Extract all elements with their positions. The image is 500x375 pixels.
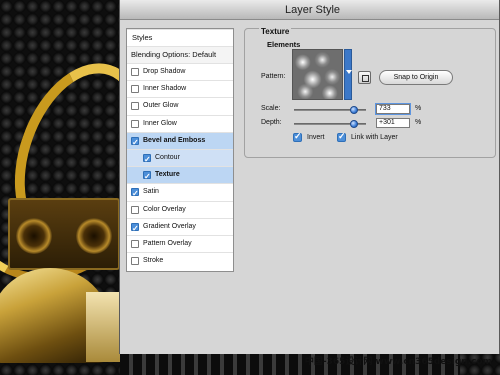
style-item-label: Satin — [143, 188, 159, 196]
style-item-label: Inner Glow — [143, 119, 177, 127]
texture-panel: Texture Elements Pattern: Snap to Origin… — [244, 27, 496, 158]
depth-slider[interactable] — [294, 120, 366, 128]
invert-checkbox[interactable] — [293, 131, 302, 142]
style-item-label: Pattern Overlay — [143, 240, 192, 247]
style-checkbox[interactable] — [131, 135, 139, 151]
style-checkbox[interactable] — [131, 85, 139, 94]
depth-label: Depth: — [261, 119, 282, 126]
watermark-text: 中国-365设计网 www.cn365design.com — [304, 357, 492, 367]
style-item-drop-shadow[interactable]: Drop Shadow — [127, 63, 233, 80]
style-checkbox[interactable] — [131, 119, 139, 128]
style-item-label: Inner Shadow — [143, 85, 187, 93]
style-item-inner-glow[interactable]: Inner Glow — [127, 114, 233, 132]
style-checkbox[interactable] — [131, 102, 139, 111]
chevron-down-icon[interactable] — [344, 49, 352, 100]
depth-slider-thumb[interactable] — [350, 120, 359, 128]
elements-heading: Elements — [267, 40, 301, 49]
style-item-label: Bevel and Emboss — [143, 136, 206, 144]
scale-label: Scale: — [261, 105, 281, 112]
style-item-label: Texture — [155, 171, 180, 179]
style-item-inner-shadow[interactable]: Inner Shadow — [127, 80, 233, 97]
link-with-layer-label: Link with Layer — [351, 134, 398, 141]
style-checkbox[interactable] — [143, 169, 151, 185]
pattern-label: Pattern: — [261, 73, 286, 80]
style-checkbox[interactable] — [143, 152, 151, 168]
style-checkbox[interactable] — [131, 221, 139, 237]
texture-heading: Texture — [259, 27, 292, 36]
style-item-label: Color Overlay — [143, 205, 186, 213]
style-item-satin[interactable]: Satin — [127, 183, 233, 202]
style-checkbox[interactable] — [131, 186, 139, 202]
snap-to-origin-button[interactable]: Snap to Origin — [379, 70, 453, 85]
style-item-outer-glow[interactable]: Outer Glow — [127, 97, 233, 114]
styles-list: Styles Blending Options: Default Drop Sh… — [126, 28, 234, 272]
scale-unit: % — [415, 105, 422, 112]
link-with-layer-checkbox[interactable] — [337, 131, 346, 142]
style-item-label: Drop Shadow — [143, 68, 186, 75]
style-item-label: Gradient Overlay — [143, 222, 196, 230]
style-item-bevel-and-emboss[interactable]: Bevel and Emboss — [127, 131, 233, 151]
depth-unit: % — [415, 119, 422, 126]
style-item-gradient-overlay[interactable]: Gradient Overlay — [127, 217, 233, 237]
style-item-texture[interactable]: Texture — [127, 166, 233, 185]
scale-input[interactable]: 733 — [376, 104, 410, 114]
style-item-contour[interactable]: Contour — [127, 149, 233, 168]
depth-input[interactable]: +301 — [376, 118, 410, 128]
style-item-pattern-overlay[interactable]: Pattern Overlay — [127, 235, 233, 252]
scale-slider[interactable] — [294, 106, 366, 114]
invert-label: Invert — [307, 134, 325, 141]
layer-style-dialog: Layer Style Styles Blending Options: Def… — [119, 0, 500, 354]
style-checkbox[interactable] — [131, 205, 139, 214]
speaker-graphic — [16, 218, 52, 254]
style-checkbox[interactable] — [131, 68, 139, 76]
new-preset-icon[interactable] — [358, 71, 371, 84]
pattern-swatch[interactable] — [292, 49, 343, 100]
styles-header[interactable]: Styles — [127, 29, 233, 46]
boombox-graphic — [8, 198, 120, 270]
style-item-label: Stroke — [143, 257, 164, 265]
style-item-label: Outer Glow — [143, 102, 179, 110]
style-item-label: Contour — [155, 154, 180, 161]
style-checkbox[interactable] — [131, 240, 139, 248]
window-title: Layer Style — [284, 4, 341, 16]
blending-options-item[interactable]: Blending Options: Default — [127, 46, 233, 63]
scale-slider-thumb[interactable] — [350, 106, 359, 114]
style-checkbox[interactable] — [131, 257, 139, 266]
style-item-stroke[interactable]: Stroke — [127, 252, 233, 269]
title-bar[interactable]: Layer Style — [120, 0, 499, 20]
style-item-color-overlay[interactable]: Color Overlay — [127, 200, 233, 218]
speaker-graphic — [76, 218, 112, 254]
